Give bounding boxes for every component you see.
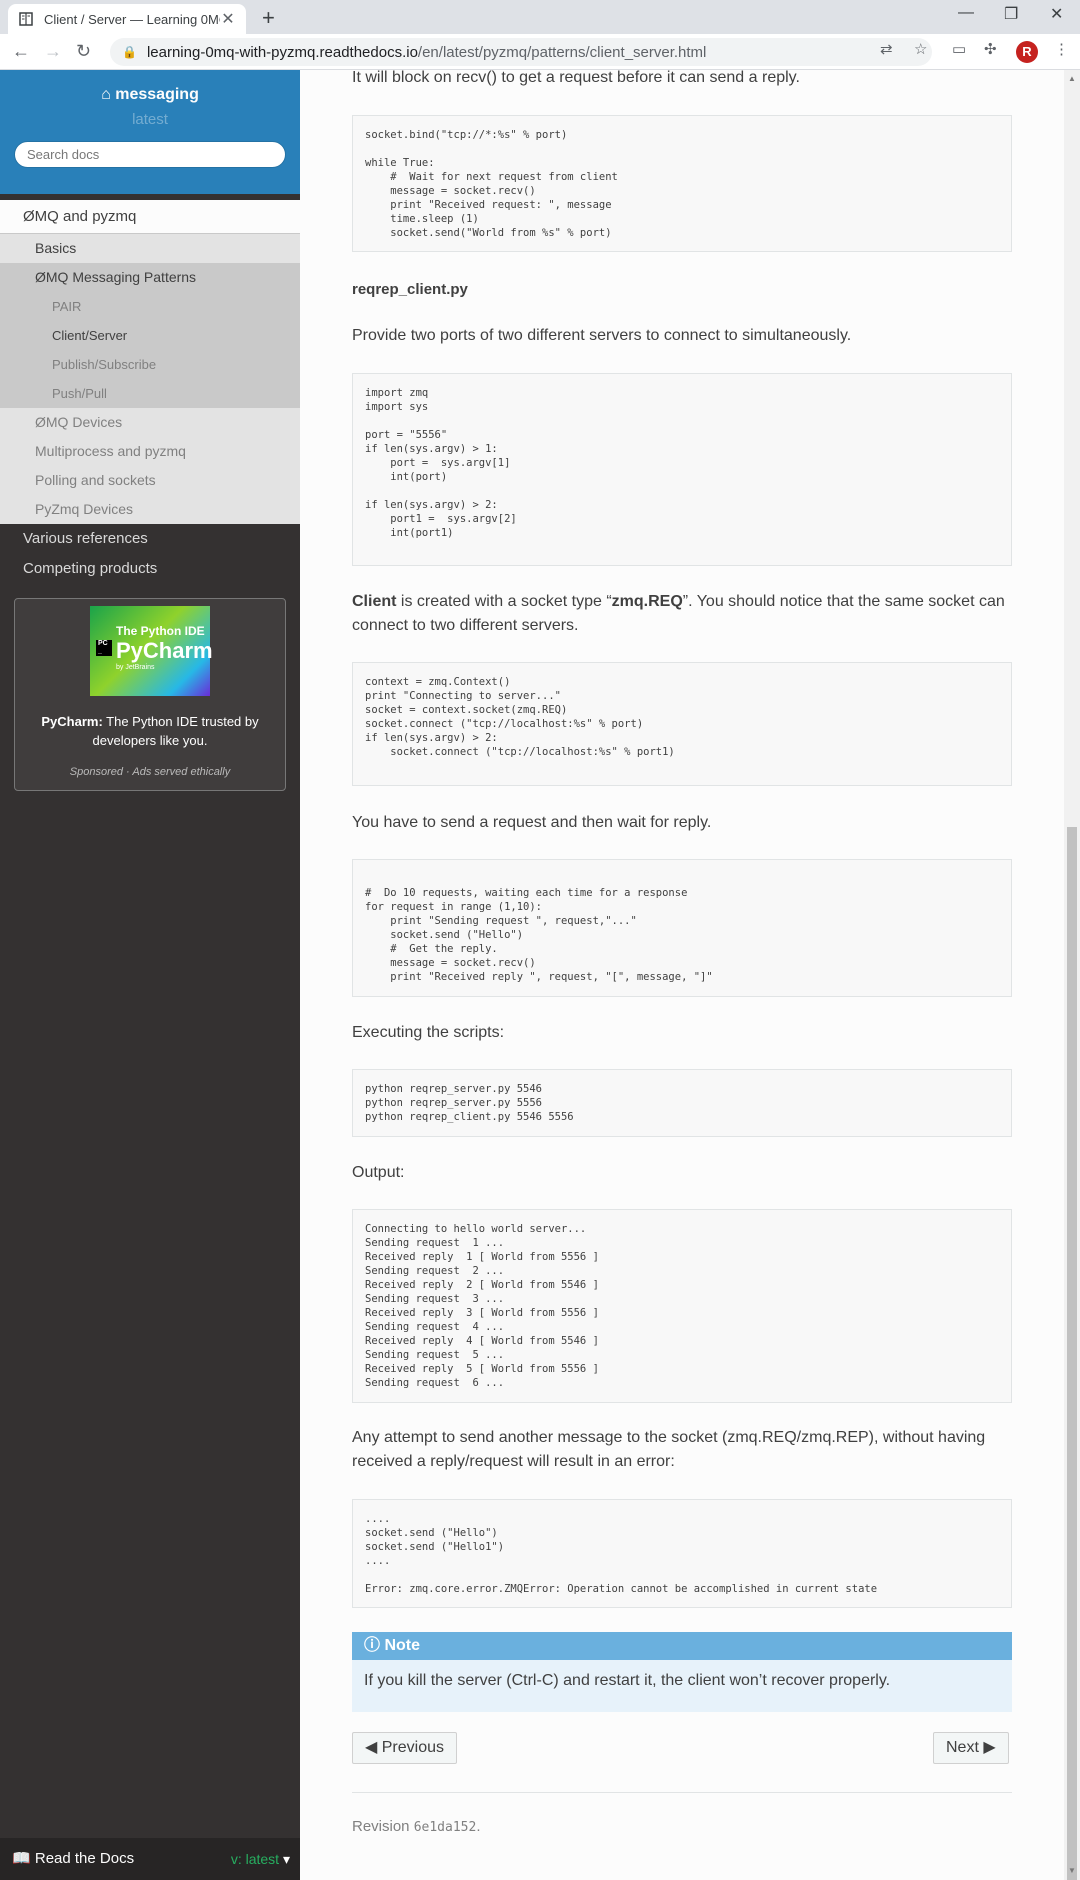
next-button[interactable]: Next ▶ <box>933 1732 1009 1764</box>
profile-avatar[interactable]: R <box>1016 41 1038 63</box>
scroll-down-icon[interactable]: ▼ <box>1068 1866 1076 1875</box>
minimize-icon[interactable]: — <box>958 4 974 22</box>
sidebar-item-client-server[interactable]: Client/Server <box>0 321 300 350</box>
scroll-up-icon[interactable]: ▲ <box>1068 74 1076 83</box>
pycharm-ad-image[interactable]: PC _ The Python IDE PyCharm by JetBrains <box>90 606 213 696</box>
paragraph-exec: Executing the scripts: <box>352 1024 505 1041</box>
sidebar-item-basics[interactable]: Basics <box>0 234 300 263</box>
rtd-book-icon: 📖 <box>12 1850 35 1867</box>
paragraph-client: Client is created with a socket type “zm… <box>352 593 1005 634</box>
sidebar-item-zmq-pyzmq[interactable]: ØMQ and pyzmq <box>0 200 300 234</box>
ad-footer[interactable]: Sponsored · Ads served ethically <box>15 766 285 778</box>
code-exec: python reqrep_server.py 5546 python reqr… <box>352 1069 1012 1137</box>
close-window-icon[interactable]: ✕ <box>1050 4 1063 24</box>
restore-icon[interactable]: ❐ <box>1004 4 1018 24</box>
paragraph-attempt: Any attempt to send another message to t… <box>352 1429 986 1470</box>
lock-icon: 🔒 <box>122 45 137 59</box>
sponsored-ad[interactable]: PC _ The Python IDE PyCharm by JetBrains … <box>14 598 286 791</box>
previous-button[interactable]: ◀ Previous <box>352 1732 457 1764</box>
tab-title: Client / Server — Learning 0MQ <box>44 11 220 27</box>
rtd-version[interactable]: v: latest ▾ <box>231 1838 290 1880</box>
sidebar-item-pyzmq-devices[interactable]: PyZmq Devices <box>0 495 300 524</box>
ad-text[interactable]: PyCharm: The Python IDE trusted by devel… <box>15 712 285 750</box>
forward-icon[interactable]: → <box>44 41 62 62</box>
close-tab-icon[interactable]: ✕ <box>220 9 236 29</box>
footer-divider <box>352 1792 1012 1793</box>
sidebar-item-references[interactable]: Various references <box>0 524 300 554</box>
revision-text: Revision 6e1da152. <box>352 1818 481 1835</box>
cast-icon[interactable]: ▭ <box>952 40 966 58</box>
url-domain: learning-0mq-with-pyzmq.readthedocs.io <box>146 43 418 61</box>
home-icon: ⌂ <box>101 86 116 103</box>
scrollbar-thumb[interactable] <box>1067 827 1077 1880</box>
reload-icon[interactable]: ↻ <box>76 41 91 62</box>
heading-reqrep-client: reqrep_client.py <box>352 281 468 298</box>
sidebar-item-pubsub[interactable]: Publish/Subscribe <box>0 350 300 379</box>
sidebar-item-multiprocess[interactable]: Multiprocess and pyzmq <box>0 437 300 466</box>
code-requests: # Do 10 requests, waiting each time for … <box>352 859 1012 997</box>
sidebar-nav: ØMQ and pyzmq Basics ØMQ Messaging Patte… <box>0 200 300 584</box>
code-output: Connecting to hello world server... Send… <box>352 1209 1012 1403</box>
sidebar-item-competing[interactable]: Competing products <box>0 554 300 584</box>
paragraph-output: Output: <box>352 1164 405 1181</box>
arrow-right-circle-icon: ▶ <box>978 1739 996 1756</box>
note-title: ⓘ Note <box>352 1632 1012 1660</box>
code-error: .... socket.send ("Hello") socket.send (… <box>352 1499 1012 1608</box>
extensions-icon[interactable]: ✣ <box>984 40 997 58</box>
sidebar-item-devices[interactable]: ØMQ Devices <box>0 408 300 437</box>
code-server: socket.bind("tcp://*:%s" % port) while T… <box>352 115 1012 252</box>
book-icon <box>18 11 34 27</box>
sidebar-item-patterns[interactable]: ØMQ Messaging Patterns <box>0 263 300 292</box>
read-the-docs-bar[interactable]: 📖 Read the Docs v: latest ▾ <box>0 1838 300 1880</box>
arrow-left-circle-icon: ◀ <box>365 1739 382 1756</box>
note-admonition: ⓘ Note If you kill the server (Ctrl-C) a… <box>352 1632 1012 1712</box>
pycharm-logo-icon: PC _ <box>96 640 112 656</box>
browser-tab-bar: Client / Server — Learning 0MQ ✕ + — ❐ ✕ <box>0 0 1080 34</box>
translate-icon[interactable]: ⇄ <box>880 40 893 58</box>
exclamation-icon: ⓘ <box>364 1637 385 1654</box>
new-tab-icon[interactable]: + <box>262 5 275 31</box>
paragraph-ports: Provide two ports of two different serve… <box>352 327 852 344</box>
paragraph-send: You have to send a request and then wait… <box>352 814 712 831</box>
browser-tab[interactable]: Client / Server — Learning 0MQ ✕ <box>8 4 246 34</box>
main-content: It will block on recv() to get a request… <box>300 69 1064 1880</box>
back-icon[interactable]: ← <box>12 41 30 62</box>
sidebar-item-polling[interactable]: Polling and sockets <box>0 466 300 495</box>
code-client-args: import zmq import sys port = "5556" if l… <box>352 373 1012 566</box>
sidebar-item-pair[interactable]: PAIR <box>0 292 300 321</box>
sidebar-header: ⌂ messaging latest Search docs <box>0 70 300 194</box>
version-label: latest <box>132 111 168 128</box>
menu-kebab-icon[interactable]: ⋮ <box>1054 40 1069 58</box>
project-link[interactable]: ⌂ messaging <box>0 86 300 104</box>
sidebar: ⌂ messaging latest Search docs ØMQ and p… <box>0 70 300 1880</box>
url-path: /en/latest/pyzmq/patterns/client_server.… <box>417 43 707 61</box>
caret-down-icon: ▾ <box>282 1851 290 1867</box>
note-body: If you kill the server (Ctrl-C) and rest… <box>364 1672 891 1689</box>
bookmark-star-icon[interactable]: ☆ <box>914 40 927 58</box>
search-docs-input[interactable]: Search docs <box>14 141 286 168</box>
address-bar[interactable]: 🔒 learning-0mq-with-pyzmq.readthedocs.io… <box>110 38 932 66</box>
page-scrollbar[interactable]: ▲ ▼ <box>1064 70 1080 1880</box>
sidebar-item-pushpull[interactable]: Push/Pull <box>0 379 300 408</box>
code-connect: context = zmq.Context() print "Connectin… <box>352 662 1012 786</box>
paragraph-block: It will block on recv() to get a request… <box>352 69 800 86</box>
